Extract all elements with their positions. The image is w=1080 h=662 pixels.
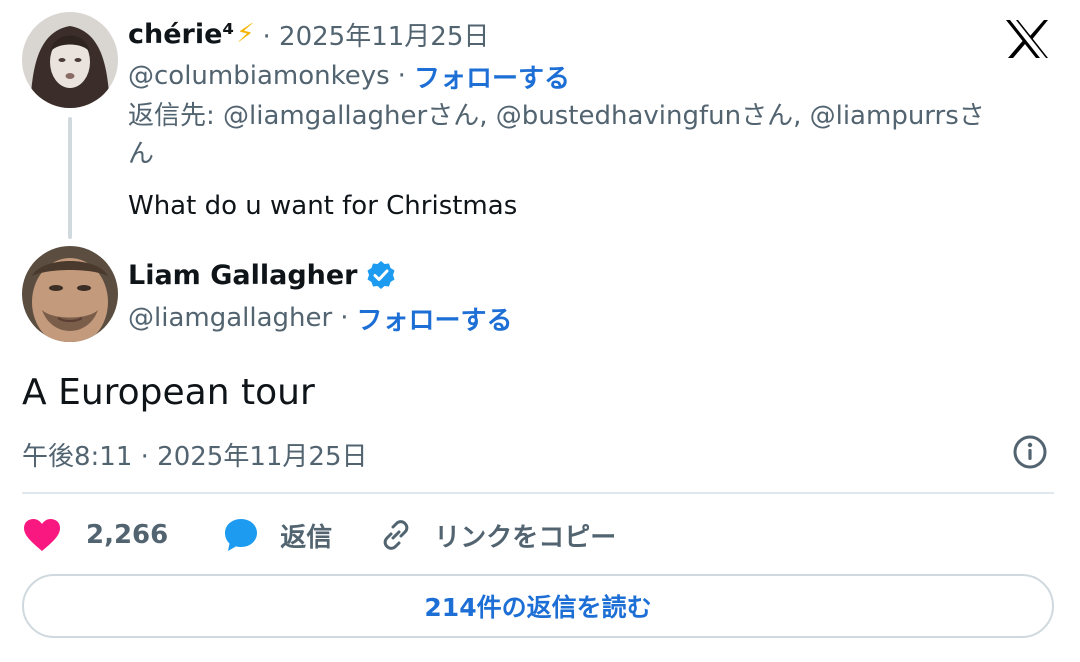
avatar-liam[interactable] (22, 246, 118, 342)
copy-link-button[interactable]: リンクをコピー (378, 517, 616, 554)
divider (22, 492, 1054, 494)
copy-link-label: リンクをコピー (434, 522, 617, 553)
tweet-actions-bar: 2,266 返信 リンクをコピー (22, 510, 616, 560)
reply-tweet-date[interactable]: · 2025年11月25日 (263, 16, 490, 53)
reply-tweet-text: What do u want for Christmas (128, 191, 518, 221)
like-button[interactable]: 2,266 (22, 517, 168, 553)
main-tweet-header: Liam Gallagher (128, 256, 396, 294)
link-icon (378, 517, 414, 553)
read-replies-button[interactable]: 214件の返信を読む (22, 574, 1054, 638)
read-replies-label: 214件の返信を読む (424, 593, 652, 622)
tweet-timestamp[interactable]: 午後8:11 · 2025年11月25日 (22, 436, 368, 473)
verified-badge-icon (366, 260, 396, 290)
reply-button[interactable]: 返信 (222, 516, 332, 554)
avatar-liam-image (22, 246, 118, 342)
x-logo-icon[interactable] (1004, 18, 1050, 60)
replying-to-line-wrap: ん (128, 139, 155, 169)
replying-to-line: 返信先: @liamgallagherさん, @bustedhavingfunさ… (128, 101, 985, 131)
main-handle-row: @liamgallagher · フォローする (128, 300, 512, 336)
follow-button[interactable]: フォローする (414, 58, 570, 95)
like-count: 2,266 (86, 520, 169, 550)
avatar-cherie[interactable] (22, 12, 118, 108)
lightning-emoji: ⚡ (236, 19, 255, 49)
separator-dot: · (340, 303, 349, 333)
main-author-handle[interactable]: @liamgallagher (128, 303, 332, 333)
reply-author-handle[interactable]: @columbiamonkeys (128, 61, 390, 91)
separator-dot: · (397, 61, 406, 91)
reply-tweet-header: chérie⁴ ⚡ · 2025年11月25日 (128, 16, 489, 52)
speech-bubble-icon (222, 516, 260, 554)
main-tweet-text: A European tour (22, 372, 315, 413)
info-icon[interactable] (1012, 434, 1048, 470)
follow-button[interactable]: フォローする (356, 300, 512, 337)
reply-label: 返信 (280, 522, 333, 553)
reply-author-name[interactable]: chérie⁴ (128, 19, 234, 50)
heart-icon (22, 517, 62, 553)
main-author-name[interactable]: Liam Gallagher (128, 260, 358, 291)
thread-connector-line (68, 117, 72, 239)
reply-handle-row: @columbiamonkeys · フォローする (128, 58, 570, 94)
avatar-cherie-image (22, 12, 118, 108)
